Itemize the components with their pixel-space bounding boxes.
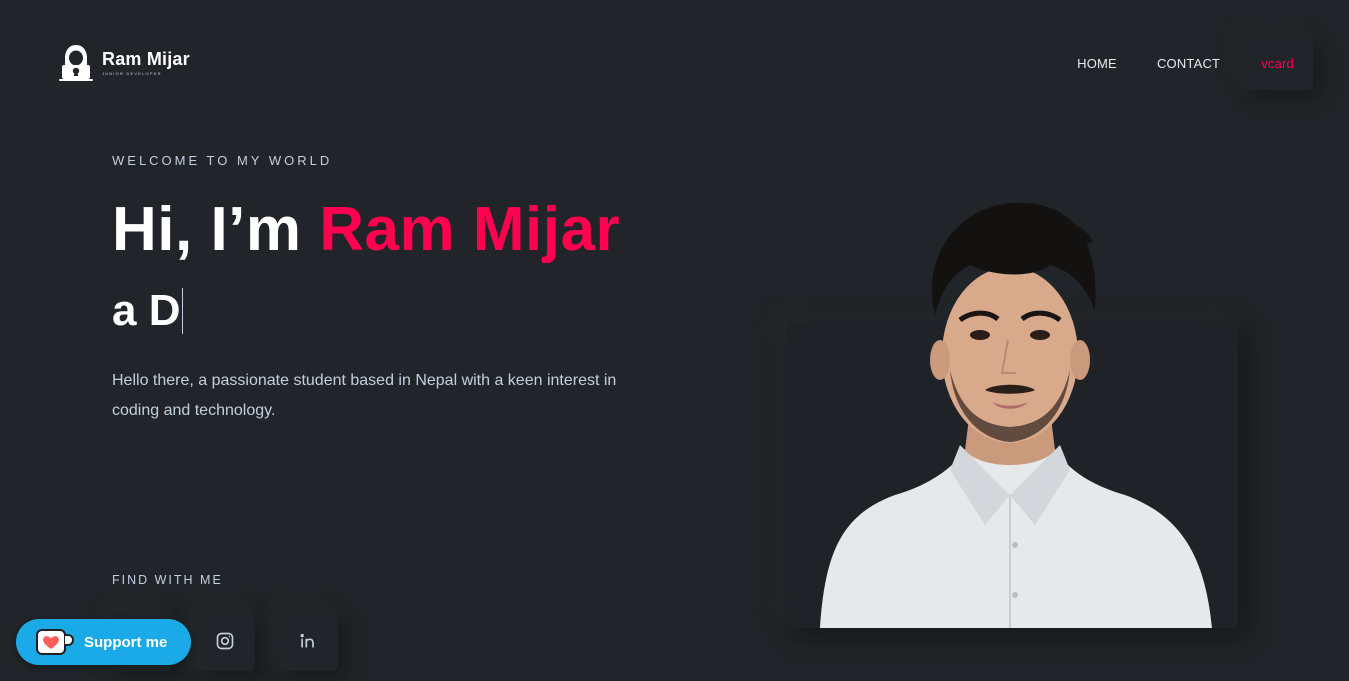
- instagram-icon: [216, 632, 234, 650]
- typing-cursor: [182, 288, 184, 334]
- nav-home-link[interactable]: HOME: [1057, 36, 1137, 90]
- support-me-label: Support me: [84, 633, 168, 651]
- site-logo[interactable]: Ram Mijar Junior Developer: [58, 43, 190, 83]
- instagram-button[interactable]: [195, 611, 255, 671]
- main-nav: HOME CONTACT vcard: [1057, 36, 1313, 90]
- linkedin-icon: [300, 633, 314, 648]
- typing-headline: a D: [112, 286, 184, 336]
- kofi-cup-icon: [36, 629, 74, 655]
- linkedin-button[interactable]: [278, 611, 338, 671]
- nav-contact-link[interactable]: CONTACT: [1137, 36, 1240, 90]
- typing-text: a D: [112, 286, 181, 335]
- portfolio-page: Ram Mijar Junior Developer HOME CONTACT …: [0, 0, 1349, 681]
- welcome-text: WELCOME TO MY WORLD: [112, 153, 333, 168]
- hero-title: Hi, I’m Ram Mijar: [112, 194, 620, 265]
- hacker-logo-icon: [59, 45, 93, 81]
- logo-name: Ram Mijar: [102, 49, 190, 69]
- hero-title-name: Ram Mijar: [319, 195, 621, 264]
- find-with-me-heading: FIND WITH ME: [112, 573, 223, 587]
- portrait-photo: [820, 202, 1212, 628]
- logo-subtitle: Junior Developer: [102, 71, 162, 76]
- support-me-button[interactable]: Support me: [16, 619, 191, 665]
- vcard-button[interactable]: vcard: [1242, 36, 1313, 90]
- hero-title-prefix: Hi, I’m: [112, 195, 320, 264]
- intro-text: Hello there, a passionate student based …: [112, 372, 617, 419]
